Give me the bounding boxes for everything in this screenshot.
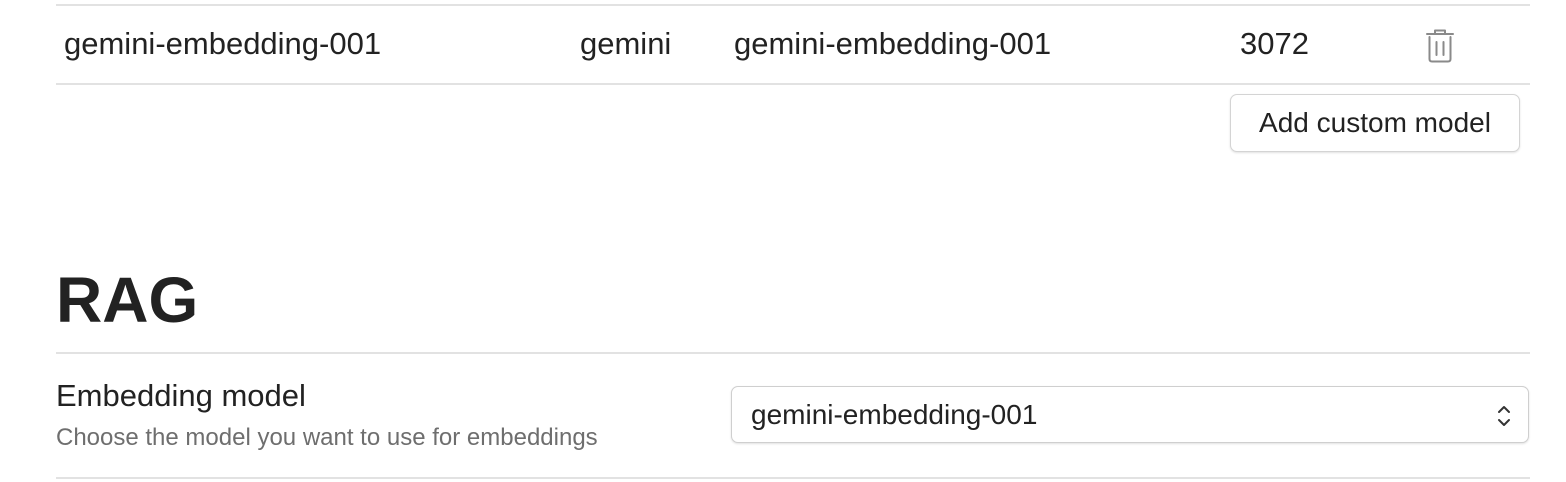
delete-model-button[interactable]	[1420, 26, 1460, 66]
trash-icon	[1426, 29, 1454, 63]
section-divider-bottom	[56, 477, 1530, 479]
section-title-rag: RAG	[56, 264, 199, 336]
table-top-divider	[56, 4, 1530, 6]
embedding-model-select[interactable]: gemini-embedding-001	[731, 386, 1529, 443]
select-value: gemini-embedding-001	[751, 399, 1038, 430]
add-custom-model-button[interactable]: Add custom model	[1230, 94, 1520, 152]
table-bottom-divider	[56, 83, 1530, 85]
model-provider-cell: gemini	[580, 26, 672, 61]
settings-page: gemini-embedding-001 gemini gemini-embed…	[0, 0, 1566, 482]
setting-label: Embedding model	[56, 378, 306, 413]
model-dimensions-cell: 3072	[1240, 26, 1309, 61]
section-divider-top	[56, 352, 1530, 354]
model-id-cell: gemini-embedding-001	[734, 26, 1052, 61]
chevron-up-down-icon	[1498, 406, 1510, 426]
model-name-cell: gemini-embedding-001	[64, 26, 382, 61]
setting-description: Choose the model you want to use for emb…	[56, 424, 598, 451]
